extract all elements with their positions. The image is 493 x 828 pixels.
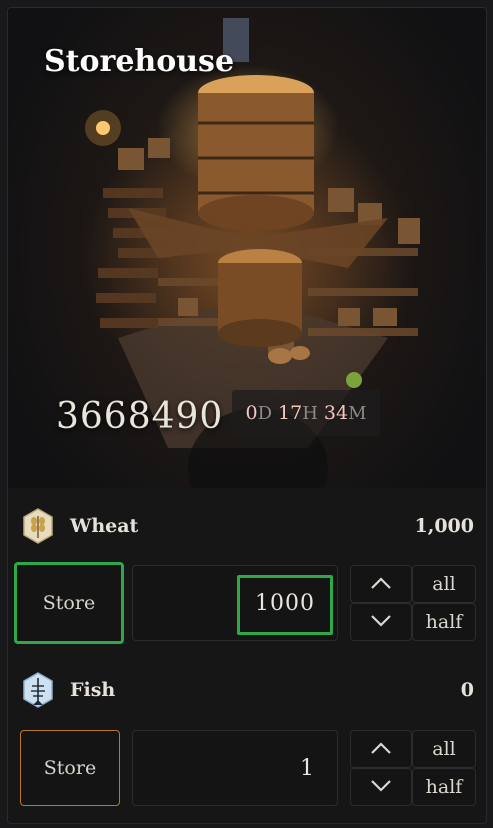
chevron-up-icon [370, 573, 392, 595]
all-button[interactable]: all [412, 730, 476, 768]
decrement-button[interactable] [350, 768, 412, 806]
timer-days: 0D [245, 402, 272, 424]
resource-row-fish: Fish 0 [22, 670, 474, 710]
timer-minutes: 34M [323, 402, 367, 424]
resource-name: Wheat [70, 515, 139, 537]
page-title: Storehouse [44, 44, 235, 79]
storehouse-timer: 0D 17H 34M [232, 390, 380, 436]
quantity-input[interactable]: 1000 [132, 565, 338, 641]
storehouse-panel: Storehouse 3668490 0D 17H 34M Wheat 1,00… [7, 7, 487, 824]
increment-button[interactable] [350, 730, 412, 768]
wheat-icon [22, 508, 54, 544]
resource-row-wheat: Wheat 1,000 [22, 506, 474, 546]
decrement-button[interactable] [350, 603, 412, 641]
half-button[interactable]: half [412, 768, 476, 806]
storehouse-hero-image: Storehouse 3668490 0D 17H 34M [8, 8, 486, 488]
chevron-down-icon [370, 611, 392, 633]
store-button[interactable]: Store [20, 730, 120, 806]
all-button[interactable]: all [412, 565, 476, 603]
quantity-value: 1 [300, 755, 315, 781]
resource-amount: 0 [460, 679, 474, 701]
quantity-input[interactable]: 1 [132, 730, 338, 806]
increment-button[interactable] [350, 565, 412, 603]
storehouse-count: 3668490 [56, 396, 224, 437]
chevron-down-icon [370, 776, 392, 798]
fish-icon [22, 672, 54, 708]
half-button[interactable]: half [412, 603, 476, 641]
resource-name: Fish [70, 679, 116, 701]
resource-amount: 1,000 [414, 515, 475, 537]
chevron-up-icon [370, 738, 392, 760]
store-button[interactable]: Store [14, 562, 124, 644]
timer-hours: 17H [278, 402, 318, 424]
quantity-value: 1000 [255, 590, 315, 616]
